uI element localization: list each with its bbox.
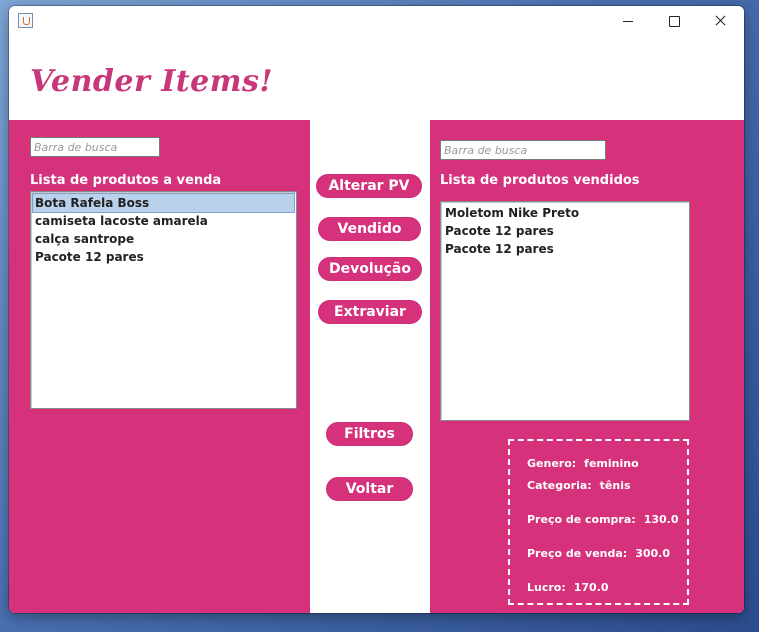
extraviar-button[interactable]: Extraviar	[318, 300, 422, 324]
sold-list[interactable]: Moletom Nike Preto Pacote 12 pares Pacot…	[440, 201, 690, 421]
detail-label: Preço de venda:	[527, 547, 628, 560]
list-item[interactable]: Pacote 12 pares	[443, 240, 687, 258]
detail-value: 300.0	[635, 547, 670, 560]
detail-value: 170.0	[573, 581, 609, 594]
sold-list-title: Lista de produtos vendidos	[440, 173, 640, 188]
close-icon[interactable]	[697, 6, 743, 36]
alterar-pv-button[interactable]: Alterar PV	[316, 174, 422, 198]
minimize-icon[interactable]	[605, 6, 651, 36]
search-input-for-sale[interactable]	[30, 137, 160, 157]
java-app-icon	[18, 13, 33, 28]
maximize-icon[interactable]	[651, 6, 697, 36]
detail-preco-compra: Preço de compra: 130.0	[527, 513, 678, 526]
detail-label: Genero:	[527, 457, 577, 470]
product-details-box: Genero: feminino Categoria: tênis Preço de…	[508, 439, 689, 605]
list-item[interactable]: Moletom Nike Preto	[443, 204, 687, 222]
detail-lucro: Lucro: 170.0	[527, 581, 609, 594]
filtros-button[interactable]: Filtros	[326, 422, 413, 446]
title-bar	[9, 6, 744, 36]
detail-value: tênis	[599, 479, 631, 492]
detail-preco-venda: Preço de venda: 300.0	[527, 547, 670, 560]
detail-label: Categoria:	[527, 479, 592, 492]
detail-label: Lucro:	[527, 581, 566, 594]
list-item[interactable]: camiseta lacoste amarela	[33, 212, 294, 230]
for-sale-list-title: Lista de produtos a venda	[30, 173, 222, 188]
detail-value: 130.0	[643, 513, 679, 526]
list-item[interactable]: calça santrope	[33, 230, 294, 248]
vendido-button[interactable]: Vendido	[318, 217, 421, 241]
list-item[interactable]: Bota Rafela Boss	[32, 193, 295, 213]
app-window: Vender Items! Lista de produtos a venda …	[9, 6, 744, 613]
for-sale-list[interactable]: Bota Rafela Boss camiseta lacoste amarel…	[30, 191, 297, 409]
devolucao-button[interactable]: Devolução	[318, 257, 422, 281]
search-input-sold[interactable]	[440, 140, 606, 160]
detail-label: Preço de compra:	[527, 513, 636, 526]
list-item[interactable]: Pacote 12 pares	[33, 248, 294, 266]
list-item[interactable]: Pacote 12 pares	[443, 222, 687, 240]
detail-categoria: Categoria: tênis	[527, 479, 631, 492]
voltar-button[interactable]: Voltar	[326, 477, 413, 501]
page-title: Vender Items!	[30, 64, 274, 99]
detail-genero: Genero: feminino	[527, 457, 639, 470]
detail-value: feminino	[584, 457, 639, 470]
